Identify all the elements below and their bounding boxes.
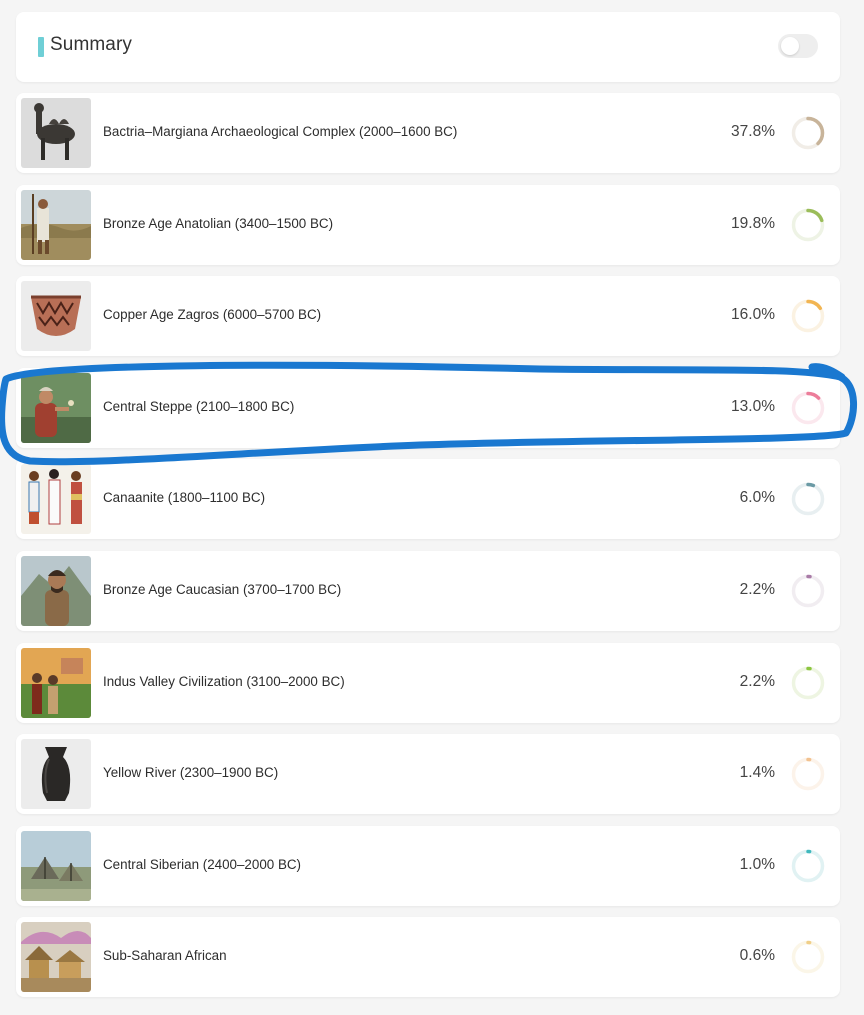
percentage-ring (791, 941, 825, 974)
ring-track (791, 483, 825, 516)
ring-track (791, 574, 825, 608)
population-percentage: 1.4% (739, 764, 775, 782)
population-thumbnail-african-village (21, 922, 91, 993)
population-row[interactable]: Canaanite (1800–1100 BC) 6.0% (16, 459, 840, 540)
population-thumbnail-caucasian-man (21, 555, 91, 626)
population-label: Bactria–Margiana Archaeological Complex … (103, 124, 458, 139)
percentage-ring (791, 483, 825, 516)
population-label: Central Siberian (2400–2000 BC) (103, 856, 302, 872)
ring-track (791, 757, 825, 791)
population-thumbnail-anatolian-man (21, 189, 91, 260)
summary-accent-bar (38, 37, 44, 57)
population-thumbnail-canaanite-people (21, 464, 91, 535)
percentage-ring (791, 574, 825, 608)
toggle-knob (781, 37, 799, 55)
ring-track (791, 849, 825, 882)
population-label: Bronze Age Caucasian (3700–1700 BC) (103, 581, 342, 597)
population-percentage: 0.6% (739, 947, 775, 965)
population-percentage: 6.0% (739, 489, 775, 507)
population-row[interactable]: Central Steppe (2100–1800 BC) 13.0% (16, 367, 840, 448)
population-row[interactable]: Bronze Age Anatolian (3400–1500 BC) 19.8% (16, 184, 840, 265)
population-percentage: 2.2% (739, 580, 775, 598)
summary-title: Summary (50, 34, 132, 55)
population-thumbnail-black-vessel (21, 739, 91, 810)
population-thumbnail-camel-figurine (21, 98, 91, 168)
population-label: Sub-Saharan African (103, 948, 227, 964)
summary-toggle[interactable] (778, 34, 818, 58)
ring-track (791, 666, 825, 699)
percentage-ring (791, 757, 825, 791)
percentage-ring (791, 208, 825, 241)
summary-header: Summary (16, 12, 840, 82)
population-thumbnail-steppe-woman (21, 372, 91, 443)
population-percentage: 16.0% (731, 306, 775, 324)
population-thumbnail-siberian-camp (21, 830, 91, 901)
percentage-ring (791, 391, 825, 425)
population-row[interactable]: Copper Age Zagros (6000–5700 BC) 16.0% (16, 276, 840, 357)
population-row[interactable]: Bactria–Margiana Archaeological Complex … (16, 93, 840, 173)
percentage-ring (791, 299, 825, 333)
population-row[interactable]: Indus Valley Civilization (3100–2000 BC)… (16, 642, 840, 723)
population-row[interactable]: Central Siberian (2400–2000 BC) 1.0% (16, 825, 840, 906)
percentage-ring (791, 116, 825, 150)
population-thumbnail-indus-couple (21, 647, 91, 718)
population-thumbnail-painted-pottery (21, 281, 91, 352)
percentage-ring (791, 849, 825, 882)
percentage-ring (791, 666, 825, 699)
population-label: Bronze Age Anatolian (3400–1500 BC) (103, 215, 334, 231)
population-label: Indus Valley Civilization (3100–2000 BC) (103, 673, 345, 689)
population-label: Canaanite (1800–1100 BC) (103, 490, 266, 506)
population-row[interactable]: Bronze Age Caucasian (3700–1700 BC) 2.2% (16, 550, 840, 631)
population-list: Bactria–Margiana Archaeological Complex … (16, 93, 840, 1009)
population-percentage: 19.8% (731, 214, 775, 232)
population-label: Copper Age Zagros (6000–5700 BC) (103, 307, 322, 323)
ring-track (791, 941, 825, 974)
population-percentage: 1.0% (739, 855, 775, 873)
population-row[interactable]: Sub-Saharan African 0.6% (16, 917, 840, 998)
population-percentage: 13.0% (731, 397, 775, 415)
population-label: Yellow River (2300–1900 BC) (103, 765, 279, 781)
population-percentage: 37.8% (731, 123, 775, 140)
population-row[interactable]: Yellow River (2300–1900 BC) 1.4% (16, 734, 840, 815)
population-label: Central Steppe (2100–1800 BC) (103, 398, 295, 414)
population-percentage: 2.2% (739, 672, 775, 690)
